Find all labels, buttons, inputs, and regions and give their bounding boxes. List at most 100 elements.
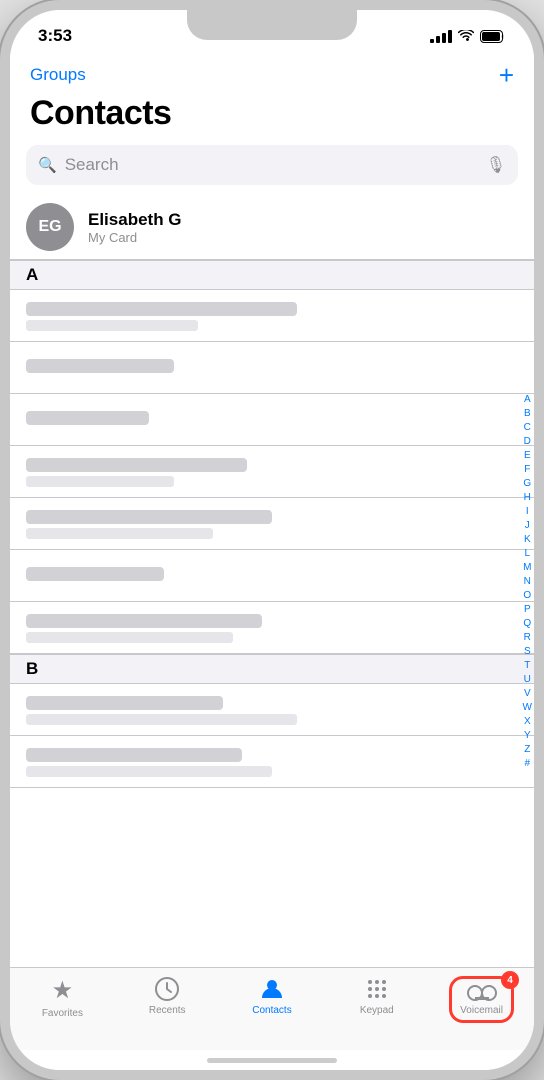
- alpha-o[interactable]: O: [523, 589, 531, 602]
- alpha-v[interactable]: V: [524, 687, 531, 700]
- contact-name-blur: [26, 567, 164, 581]
- groups-button[interactable]: Groups: [30, 65, 86, 85]
- favorites-label: Favorites: [42, 1008, 83, 1019]
- alpha-l[interactable]: L: [524, 547, 530, 560]
- table-row[interactable]: [10, 736, 534, 788]
- status-time: 3:53: [38, 26, 72, 46]
- recents-icon: [154, 976, 180, 1002]
- contacts-label: Contacts: [252, 1005, 291, 1016]
- home-indicator: [10, 1050, 534, 1070]
- side-button-volume-up: [0, 185, 2, 245]
- alpha-n[interactable]: N: [524, 575, 531, 588]
- contact-name-blur: [26, 458, 247, 472]
- contact-name-blur: [26, 510, 272, 524]
- alpha-g[interactable]: G: [523, 477, 531, 490]
- page-title-area: Contacts: [10, 92, 534, 141]
- voicemail-badge: 4: [501, 971, 519, 989]
- table-row[interactable]: [10, 394, 534, 446]
- signal-icon: [430, 30, 452, 43]
- search-placeholder: Search: [65, 155, 478, 175]
- alpha-d[interactable]: D: [524, 435, 531, 448]
- contact-name-blur: [26, 411, 149, 425]
- alpha-t[interactable]: T: [524, 659, 530, 672]
- contact-detail-blur: [26, 476, 174, 487]
- table-row[interactable]: [10, 498, 534, 550]
- my-card-label: My Card: [88, 230, 182, 245]
- favorites-icon: ★: [52, 976, 74, 1005]
- table-row[interactable]: [10, 446, 534, 498]
- alpha-f[interactable]: F: [524, 463, 530, 476]
- keypad-icon: [364, 976, 390, 1002]
- section-header-b: B: [10, 654, 534, 684]
- contact-name-blur: [26, 614, 262, 628]
- keypad-label: Keypad: [360, 1005, 394, 1016]
- alpha-index: A B C D E F G H I J K L M N O P Q R S T: [523, 195, 532, 967]
- contact-name-blur: [26, 359, 174, 373]
- page-title: Contacts: [30, 94, 514, 133]
- contacts-icon: [259, 976, 285, 1002]
- alpha-q[interactable]: Q: [523, 617, 531, 630]
- nav-header: Groups +: [10, 54, 534, 92]
- voicemail-label: Voicemail: [460, 1005, 503, 1016]
- table-row[interactable]: [10, 684, 534, 736]
- contact-detail-blur: [26, 766, 272, 777]
- voicemail-icon: [467, 983, 497, 1003]
- tab-keypad[interactable]: Keypad: [324, 976, 429, 1016]
- side-button-volume-down: [0, 260, 2, 320]
- alpha-e[interactable]: E: [524, 449, 531, 462]
- contact-name-blur: [26, 748, 242, 762]
- contact-detail-blur: [26, 632, 233, 643]
- alpha-w[interactable]: W: [523, 701, 532, 714]
- tab-contacts[interactable]: Contacts: [220, 976, 325, 1016]
- add-contact-button[interactable]: +: [499, 62, 514, 88]
- alpha-c[interactable]: C: [524, 421, 531, 434]
- status-icons: [430, 30, 506, 43]
- wifi-icon: [458, 30, 474, 42]
- avatar: EG: [26, 203, 74, 251]
- section-header-a: A: [10, 260, 534, 290]
- contact-list: EG Elisabeth G My Card A: [10, 195, 534, 967]
- alpha-b[interactable]: B: [524, 407, 531, 420]
- alpha-h[interactable]: H: [524, 491, 531, 504]
- tab-favorites[interactable]: ★ Favorites: [10, 976, 115, 1019]
- alpha-r[interactable]: R: [524, 631, 531, 644]
- alpha-z[interactable]: Z: [524, 743, 530, 756]
- battery-icon: [480, 30, 506, 43]
- alpha-s[interactable]: S: [524, 645, 531, 658]
- search-container: 🔍 Search 🎙: [10, 141, 534, 195]
- table-row[interactable]: [10, 550, 534, 602]
- contact-detail-blur: [26, 714, 297, 725]
- contact-detail-blur: [26, 528, 213, 539]
- table-row[interactable]: [10, 290, 534, 342]
- alpha-p[interactable]: P: [524, 603, 531, 616]
- alpha-a[interactable]: A: [524, 393, 531, 406]
- voicemail-highlight: 4 Voicemail: [449, 976, 514, 1023]
- home-bar: [207, 1058, 337, 1063]
- tab-recents[interactable]: Recents: [115, 976, 220, 1016]
- search-bar[interactable]: 🔍 Search 🎙: [26, 145, 518, 185]
- contact-detail-blur: [26, 320, 198, 331]
- phone-frame: 3:53 Gro: [0, 0, 544, 1080]
- alpha-u[interactable]: U: [524, 673, 531, 686]
- my-card-name: Elisabeth G: [88, 210, 182, 230]
- contact-name-blur: [26, 302, 297, 316]
- tab-bar: ★ Favorites Recents Contacts: [10, 967, 534, 1050]
- alpha-k[interactable]: K: [524, 533, 531, 546]
- alpha-i[interactable]: I: [526, 505, 529, 518]
- my-card-info: Elisabeth G My Card: [88, 210, 182, 245]
- alpha-y[interactable]: Y: [524, 729, 531, 742]
- alpha-x[interactable]: X: [524, 715, 531, 728]
- table-row[interactable]: [10, 602, 534, 654]
- alpha-hash[interactable]: #: [524, 757, 530, 770]
- tab-voicemail[interactable]: 4 Voicemail: [429, 976, 534, 1023]
- notch: [187, 10, 357, 40]
- side-button-mute: [0, 130, 2, 170]
- alpha-j[interactable]: J: [525, 519, 530, 532]
- microphone-icon: 🎙: [486, 155, 506, 175]
- my-card[interactable]: EG Elisabeth G My Card: [10, 195, 534, 260]
- contact-name-blur: [26, 696, 223, 710]
- screen: Groups + Contacts 🔍 Search 🎙 EG Elisab: [10, 54, 534, 1070]
- alpha-m[interactable]: M: [523, 561, 531, 574]
- recents-label: Recents: [149, 1005, 186, 1016]
- table-row[interactable]: [10, 342, 534, 394]
